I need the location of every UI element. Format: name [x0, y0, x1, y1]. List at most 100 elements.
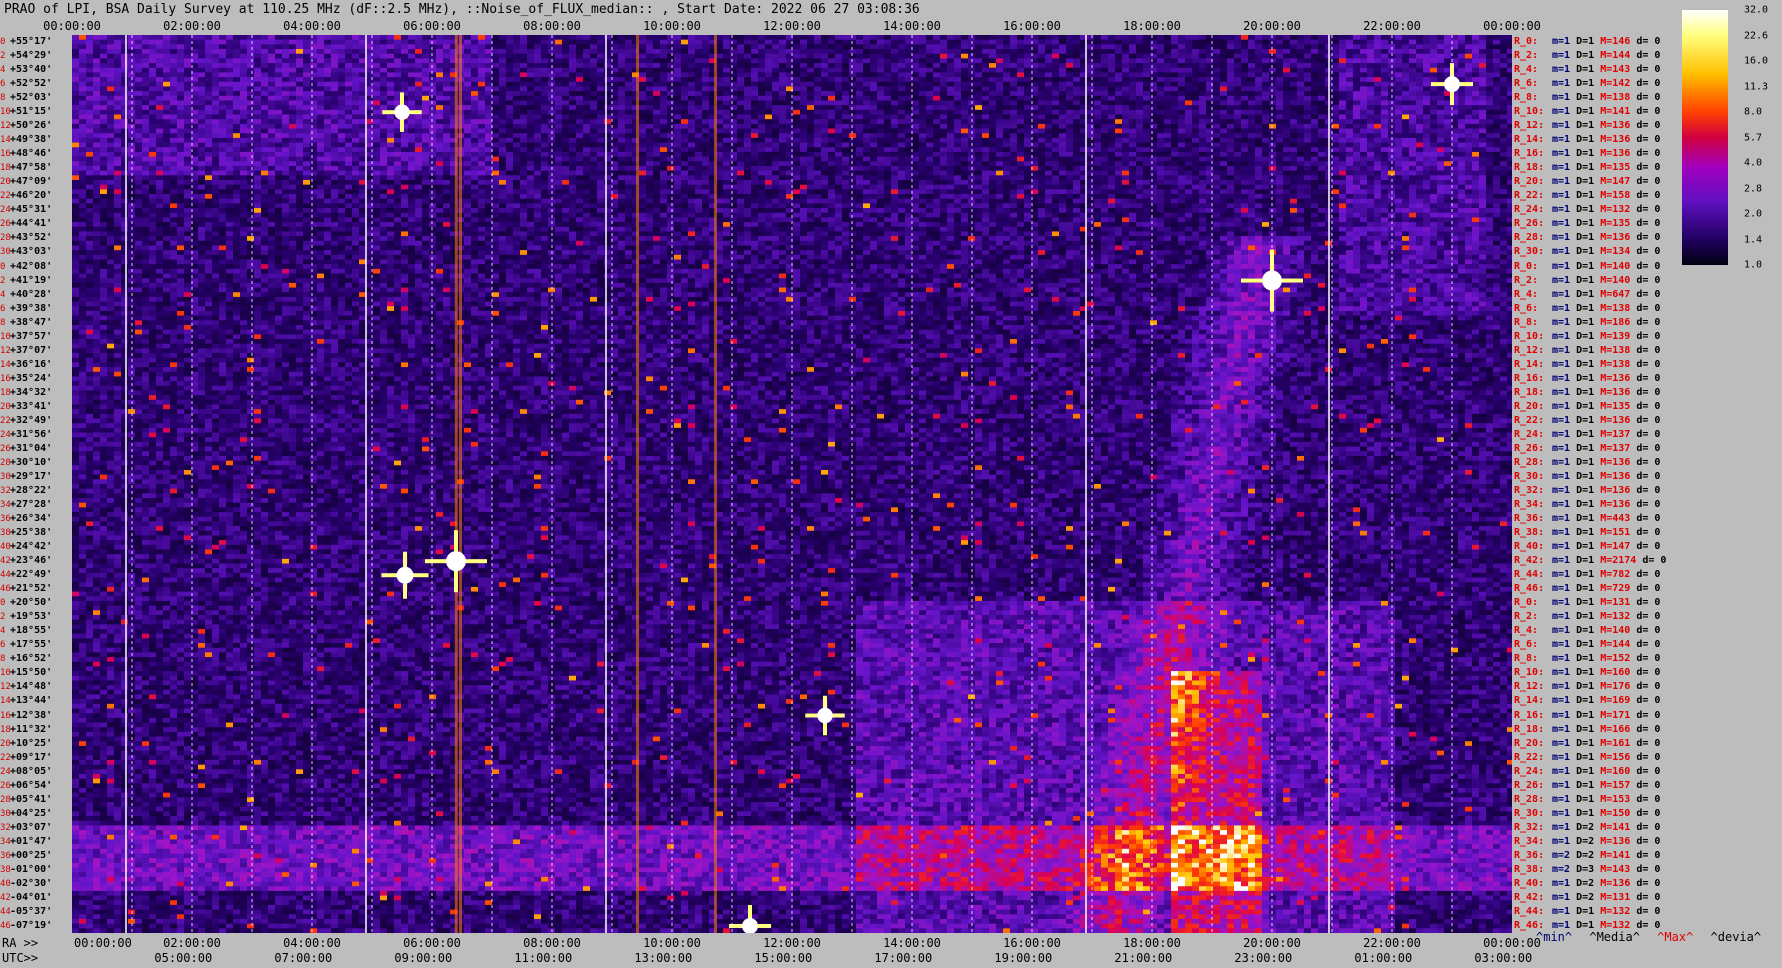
heatmap-cell — [303, 40, 310, 45]
heatmap-cell — [912, 44, 919, 49]
heatmap-cell — [1143, 35, 1150, 40]
heatmap-cell — [576, 44, 583, 49]
heatmap-cell — [1094, 49, 1101, 54]
declination-value: +18°55' — [10, 625, 52, 636]
declination-value: +23°46' — [10, 555, 52, 566]
heatmap-cell — [1241, 35, 1248, 40]
declination-value: +11°32' — [10, 724, 52, 735]
heatmap-cell — [1227, 49, 1234, 54]
row-index: 4 — [0, 625, 10, 637]
heatmap-cell — [1003, 54, 1010, 59]
heatmap-cell — [688, 35, 695, 40]
heatmap-cell — [947, 40, 954, 45]
heatmap-cell — [562, 40, 569, 45]
heatmap-cell — [1444, 54, 1451, 59]
heatmap-cell — [1444, 44, 1451, 49]
heatmap-cell — [1192, 54, 1199, 59]
heatmap-cell — [779, 54, 786, 59]
heatmap-cell — [520, 49, 527, 54]
declination-value: +00°25' — [10, 850, 52, 861]
heatmap-cell — [1416, 44, 1423, 49]
heatmap-cell — [1493, 35, 1500, 40]
heatmap-cell — [149, 35, 156, 40]
top-tick-label: 02:00:00 — [163, 19, 221, 33]
declination-label: 2 +19°53' — [0, 611, 72, 623]
heatmap-cell — [233, 49, 240, 54]
heatmap-cell — [1199, 54, 1206, 59]
heatmap-cell — [793, 44, 800, 49]
heatmap-cell — [821, 49, 828, 54]
heatmap-cell — [975, 44, 982, 49]
heatmap-cell — [1164, 44, 1171, 49]
heatmap-cell — [1437, 44, 1444, 49]
heatmap-cell — [317, 54, 324, 59]
heatmap-cell — [681, 49, 688, 54]
row-index: 4 — [0, 289, 10, 301]
heatmap-cell — [1045, 35, 1052, 40]
heatmap-cell — [387, 58, 394, 63]
heatmap-cell — [359, 40, 366, 45]
heatmap-cell — [331, 44, 338, 49]
heatmap-cell — [247, 40, 254, 45]
heatmap-cell — [674, 49, 681, 54]
declination-value: -05°37' — [10, 906, 52, 917]
heatmap-cell — [1276, 40, 1283, 45]
heatmap-cell — [793, 35, 800, 40]
row-index: 12 — [0, 120, 10, 132]
heatmap-cell — [772, 40, 779, 45]
heatmap-cell — [261, 40, 268, 45]
heatmap-cell — [359, 54, 366, 59]
heatmap-cell — [667, 49, 674, 54]
heatmap-cell — [1234, 54, 1241, 59]
row-index: 32 — [0, 485, 10, 497]
row-index: 8 — [0, 653, 10, 665]
heatmap-cell — [240, 49, 247, 54]
heatmap-cell — [205, 58, 212, 63]
heatmap-cell — [583, 49, 590, 54]
heatmap-cell — [1465, 40, 1472, 45]
heatmap-cell — [254, 58, 261, 63]
heatmap-cell — [996, 49, 1003, 54]
heatmap-cell — [380, 58, 387, 63]
heatmap-cell — [135, 58, 142, 63]
heatmap-cell — [1192, 49, 1199, 54]
heatmap-cell — [324, 49, 331, 54]
heatmap-cell — [1493, 44, 1500, 49]
heatmap-cell — [338, 54, 345, 59]
heatmap-cell — [163, 58, 170, 63]
heatmap-cell — [758, 54, 765, 59]
heatmap-cell — [352, 49, 359, 54]
row-index: 46 — [0, 920, 10, 932]
heatmap-cell — [1381, 35, 1388, 40]
heatmap-cell — [534, 35, 541, 40]
heatmap-cell — [618, 49, 625, 54]
heatmap-cell — [226, 54, 233, 59]
heatmap-cell — [1003, 40, 1010, 45]
declination-label: 16+48°46' — [0, 148, 72, 160]
heatmap-cell — [821, 44, 828, 49]
heatmap-cell — [1458, 49, 1465, 54]
heatmap-cell — [821, 54, 828, 59]
declination-value: -01°00' — [10, 864, 52, 875]
declination-value: +26°34' — [10, 513, 52, 524]
heatmap-cell — [317, 44, 324, 49]
heatmap-cell — [1241, 40, 1248, 45]
heatmap-cell — [1171, 54, 1178, 59]
heatmap-cell — [86, 44, 93, 49]
heatmap-cell — [828, 40, 835, 45]
heatmap-cell — [534, 40, 541, 45]
declination-value: +36°16' — [10, 359, 52, 370]
declination-value: +52°52' — [10, 78, 52, 89]
declination-value: +34°32' — [10, 387, 52, 398]
heatmap-cell — [667, 35, 674, 40]
declination-value: +09°17' — [10, 752, 52, 763]
heatmap-cell — [772, 44, 779, 49]
heatmap-cell — [744, 49, 751, 54]
heatmap-cell — [296, 40, 303, 45]
heatmap-cell — [1416, 54, 1423, 59]
heatmap-cell — [1283, 49, 1290, 54]
heatmap-cell — [1276, 49, 1283, 54]
heatmap-cell — [765, 44, 772, 49]
heatmap-cell — [1073, 54, 1080, 59]
heatmap-cell — [1479, 44, 1486, 49]
